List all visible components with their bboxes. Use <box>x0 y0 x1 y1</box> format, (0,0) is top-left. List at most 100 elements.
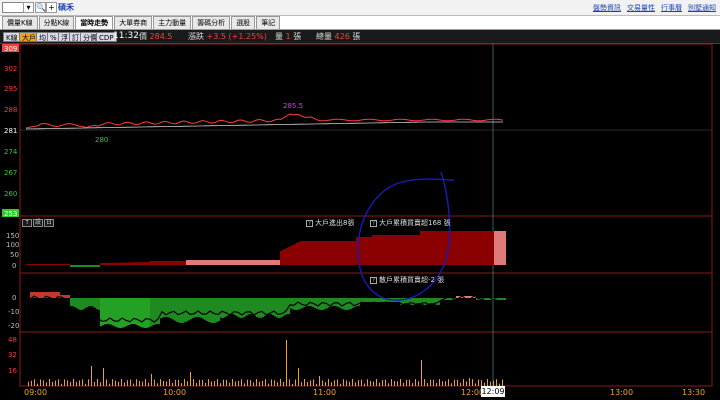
tab-intraday[interactable]: 當時走勢 <box>75 16 114 29</box>
big-player-bar <box>224 260 226 265</box>
big-player-bar <box>484 231 486 265</box>
volume-bar <box>175 379 176 386</box>
retail-bar <box>260 298 262 318</box>
dropdown-icon[interactable]: ▾ <box>23 2 34 13</box>
retail-bar <box>184 298 186 323</box>
big-player-bar <box>116 262 118 265</box>
big-player-bar <box>178 261 180 265</box>
search-icon[interactable]: 🔍 <box>35 2 46 13</box>
panel-up-button[interactable]: ↑ <box>22 219 32 227</box>
retail-bar <box>120 298 122 328</box>
tab-screener[interactable]: 選股 <box>231 16 256 29</box>
big-player-bar <box>334 241 336 265</box>
big-player-bar <box>52 264 54 265</box>
retail-bar <box>74 298 76 308</box>
retail-bar <box>52 292 54 298</box>
big-player-bar <box>44 264 46 265</box>
big-player-bar <box>236 260 238 265</box>
top-link-calendar[interactable]: 行事曆 <box>661 3 682 13</box>
cursor-time-label: 12:09 <box>481 386 505 397</box>
volume-bar <box>208 379 209 386</box>
retail-bar <box>424 298 426 305</box>
big-player-bar <box>58 264 60 265</box>
tab-branch-k[interactable]: 分點K線 <box>38 16 75 29</box>
tab-chip-analysis[interactable]: 籌碼分析 <box>192 16 231 29</box>
big-player-bar <box>70 265 72 267</box>
help-icon[interactable]: ? <box>370 276 377 284</box>
big-player-bar <box>218 260 220 265</box>
big-player-bar <box>266 260 268 265</box>
big-player-bar <box>264 260 266 265</box>
big-player-bar <box>106 262 108 265</box>
volume-bar <box>436 382 437 386</box>
big-player-bar <box>154 261 156 265</box>
big-player-bar <box>260 260 262 265</box>
volume-bar <box>109 383 110 386</box>
big-player-bar <box>68 264 70 265</box>
retail-bar <box>202 298 204 319</box>
retail-bar <box>290 298 292 309</box>
big-player-bar <box>30 264 32 265</box>
volume-bar <box>163 381 164 386</box>
tab-main-force[interactable]: 主力動量 <box>153 16 192 29</box>
retail-bar <box>286 298 288 315</box>
volume-bar <box>379 382 380 386</box>
tab-notes[interactable]: 筆記 <box>256 16 281 29</box>
big-player-bar <box>152 261 154 265</box>
retail-bar <box>224 298 226 318</box>
tab-big-brokers[interactable]: 大單券商 <box>114 16 153 29</box>
big-player-bar <box>296 243 298 265</box>
big-player-bar <box>244 260 246 265</box>
big-player-bar <box>162 261 164 265</box>
big-player-bar <box>132 262 134 265</box>
retail-bar <box>280 298 282 318</box>
big-player-bar <box>306 241 308 265</box>
big-player-bar <box>430 231 432 265</box>
retail-bar <box>186 298 188 322</box>
volume-bar <box>241 379 242 386</box>
intraday-chart[interactable]: 309 302 295 288 281 274 267 260 253 285.… <box>0 44 720 400</box>
volume-bar <box>280 379 281 386</box>
big-player-bar <box>278 260 280 265</box>
big-player-bar <box>408 235 410 265</box>
stock-name: 碩禾 <box>58 3 74 12</box>
big-player-bar <box>288 247 290 265</box>
retail-bar <box>238 298 240 318</box>
retail-bar <box>254 298 256 316</box>
big-player-bar <box>134 262 136 265</box>
tab-price-volume-k[interactable]: 價量K線 <box>2 16 38 29</box>
big-player-bar <box>126 262 128 265</box>
big-player-bar <box>82 265 84 267</box>
top-link-notify[interactable]: 別墅通知 <box>688 3 716 13</box>
volume-bar <box>238 380 239 386</box>
add-icon[interactable]: + <box>46 2 57 13</box>
retail-bar <box>94 298 96 308</box>
big-player-bar <box>302 241 304 265</box>
kline-toggle-button[interactable]: K線 <box>3 32 21 42</box>
volume-bar <box>211 381 212 386</box>
help-icon[interactable]: ? <box>370 219 377 227</box>
volume-bar <box>382 380 383 386</box>
volume-bar <box>136 379 137 386</box>
low-price-label: 280 <box>95 136 108 144</box>
panel-day-button[interactable]: 日 <box>44 219 54 227</box>
retail-bar <box>196 298 198 318</box>
volume-field: 量 1 張 <box>275 32 302 41</box>
panel-settings-button[interactable]: 設 <box>33 219 43 227</box>
volume-bar <box>430 379 431 386</box>
big-player-bar <box>56 264 58 265</box>
volume-bar <box>418 381 419 386</box>
top-link-trading[interactable]: 交易量性 <box>627 3 655 13</box>
big-player-bar <box>40 264 42 265</box>
price-axis: 309 302 295 288 281 274 267 260 253 <box>2 44 19 218</box>
big-player-bar <box>112 262 114 265</box>
high-price-label: 285.5 <box>283 102 303 110</box>
big-player-bar <box>60 264 62 265</box>
volume-bar <box>283 381 284 386</box>
top-link-market-info[interactable]: 盤勢資訊 <box>593 3 621 13</box>
big-player-bar <box>100 263 102 265</box>
big-player-bar <box>462 231 464 265</box>
retail-bar <box>278 298 280 318</box>
help-icon[interactable]: ? <box>306 219 313 227</box>
big-player-bar <box>212 260 214 265</box>
